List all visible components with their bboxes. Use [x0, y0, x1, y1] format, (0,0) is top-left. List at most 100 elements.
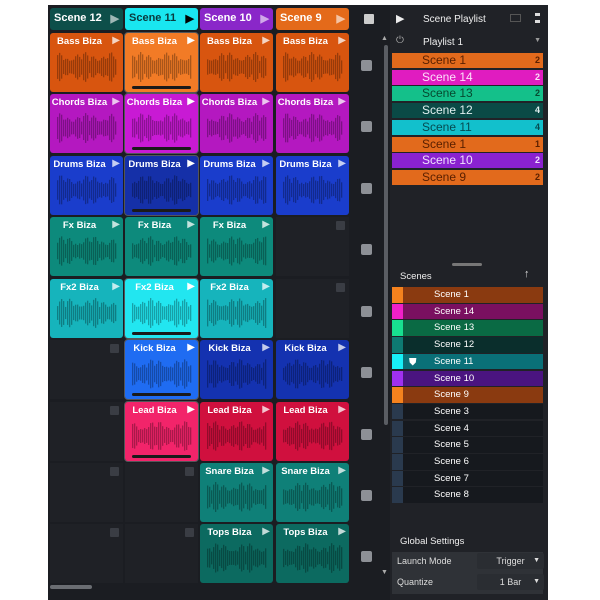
- empty-clip-slot[interactable]: [50, 402, 123, 461]
- play-icon[interactable]: ▶: [262, 158, 270, 169]
- clip[interactable]: Tops Biza ▶: [276, 524, 349, 583]
- stop-row-button[interactable]: [361, 244, 372, 255]
- play-icon[interactable]: ▶: [187, 342, 195, 353]
- power-icon[interactable]: ⏻: [396, 35, 404, 46]
- stop-icon[interactable]: [185, 467, 194, 476]
- scene-item[interactable]: Scene 10: [392, 370, 543, 386]
- empty-clip-slot[interactable]: [125, 524, 198, 583]
- stop-row-button[interactable]: [361, 60, 372, 71]
- clip[interactable]: Bass Biza ▶: [200, 33, 273, 92]
- stop-row-button[interactable]: [361, 490, 372, 501]
- vertical-scrollbar[interactable]: [384, 45, 388, 425]
- play-icon[interactable]: ▶: [338, 404, 346, 415]
- playlist-item[interactable]: Scene 10 2: [392, 153, 543, 169]
- clip[interactable]: Fx2 Biza ▶: [200, 279, 273, 338]
- clip[interactable]: Chords Biza ▶: [50, 94, 123, 153]
- play-icon[interactable]: ▶: [187, 96, 195, 107]
- scene-item[interactable]: Scene 14: [392, 303, 543, 320]
- scene-item[interactable]: Scene 6: [392, 454, 543, 470]
- play-icon[interactable]: ▶: [186, 12, 194, 25]
- scene-item[interactable]: Scene 1: [392, 287, 543, 303]
- clip[interactable]: Lead Biza ▶: [276, 402, 349, 461]
- scene-item[interactable]: Scene 12: [392, 337, 543, 353]
- clip[interactable]: Fx2 Biza ▶: [50, 279, 123, 338]
- playlist-select[interactable]: Playlist 1 ▼: [423, 37, 541, 48]
- playlist-item[interactable]: Scene 92: [392, 169, 543, 185]
- play-icon[interactable]: ▶: [112, 96, 120, 107]
- list-icon[interactable]: [510, 14, 521, 22]
- quantize-select[interactable]: 1 Bar ▼: [477, 574, 544, 590]
- empty-clip-slot[interactable]: [276, 217, 349, 276]
- clip[interactable]: Kick Biza ▶: [200, 340, 273, 399]
- scene-item[interactable]: ⛊ Scene 11: [392, 353, 543, 370]
- play-icon[interactable]: ▶: [261, 12, 269, 25]
- clip[interactable]: Fx Biza ▶: [200, 217, 273, 276]
- scroll-down-icon[interactable]: ▼: [381, 569, 388, 576]
- clip[interactable]: Fx Biza ▶: [125, 217, 198, 276]
- play-icon[interactable]: ▶: [187, 219, 195, 230]
- empty-clip-slot[interactable]: [50, 340, 123, 399]
- stop-icon[interactable]: [185, 528, 194, 537]
- playlist-item[interactable]: Scene 12 4: [392, 103, 543, 119]
- stop-row-button[interactable]: [361, 306, 372, 317]
- clip[interactable]: Chords Biza ▶: [124, 93, 199, 154]
- clip[interactable]: Fx2 Biza ▶: [124, 278, 199, 339]
- scene-header[interactable]: Scene 10 ▶: [200, 8, 273, 30]
- scroll-up-icon[interactable]: ▲: [381, 35, 388, 42]
- clip[interactable]: Kick Biza ▶: [124, 339, 199, 400]
- clip[interactable]: Chords Biza ▶: [276, 94, 349, 153]
- play-icon[interactable]: ▶: [337, 12, 345, 25]
- stop-icon[interactable]: [110, 467, 119, 476]
- play-icon[interactable]: ▶: [338, 526, 346, 537]
- play-icon[interactable]: ▶: [111, 12, 119, 25]
- stop-icon[interactable]: [336, 221, 345, 230]
- clip[interactable]: Drums Biza ▶: [200, 156, 273, 215]
- playlist-item[interactable]: Scene 12: [392, 53, 543, 68]
- play-icon[interactable]: ▶: [338, 96, 346, 107]
- clip[interactable]: Lead Biza ▶: [124, 401, 199, 462]
- play-icon[interactable]: ▶: [338, 158, 346, 169]
- clip[interactable]: Chords Biza ▶: [200, 94, 273, 153]
- stop-icon[interactable]: [110, 406, 119, 415]
- stop-row-button[interactable]: [361, 367, 372, 378]
- launch-mode-select[interactable]: Trigger ▼: [477, 553, 544, 569]
- clip[interactable]: Drums Biza ▶: [50, 156, 123, 215]
- play-icon[interactable]: ▶: [338, 35, 346, 46]
- play-icon[interactable]: ▶: [112, 158, 120, 169]
- stop-row-button[interactable]: [361, 183, 372, 194]
- scene-item[interactable]: Scene 3: [392, 403, 543, 420]
- clip[interactable]: Fx Biza ▶: [50, 217, 123, 276]
- play-icon[interactable]: ▶: [112, 35, 120, 46]
- play-icon[interactable]: ▶: [187, 404, 195, 415]
- clip[interactable]: Drums Biza ▶: [276, 156, 349, 215]
- panel-resize-handle[interactable]: [452, 263, 482, 266]
- playlist-item[interactable]: Scene 14 2: [392, 69, 543, 85]
- clip[interactable]: Lead Biza ▶: [200, 402, 273, 461]
- clip[interactable]: Snare Biza ▶: [276, 463, 349, 522]
- clip[interactable]: Snare Biza ▶: [200, 463, 273, 522]
- scene-header[interactable]: Scene 12 ▶: [50, 8, 123, 30]
- play-icon[interactable]: ▶: [262, 526, 270, 537]
- play-icon[interactable]: ▶: [187, 158, 195, 169]
- stop-row-button[interactable]: [361, 551, 372, 562]
- play-icon[interactable]: ▶: [262, 342, 270, 353]
- scene-header[interactable]: Scene 9 ▶: [276, 8, 349, 30]
- stop-icon[interactable]: [110, 528, 119, 537]
- play-icon[interactable]: ▶: [262, 465, 270, 476]
- play-icon[interactable]: ▶: [187, 281, 195, 292]
- play-icon[interactable]: ▶: [338, 342, 346, 353]
- play-icon[interactable]: ▶: [338, 465, 346, 476]
- scene-item[interactable]: Scene 4: [392, 420, 543, 437]
- stop-row-button[interactable]: [361, 429, 372, 440]
- horizontal-scrollbar[interactable]: [50, 585, 92, 589]
- clip[interactable]: Bass Biza ▶: [124, 32, 199, 93]
- play-icon[interactable]: ▶: [262, 96, 270, 107]
- arrow-up-icon[interactable]: ↑: [524, 268, 530, 280]
- empty-clip-slot[interactable]: [276, 279, 349, 338]
- play-icon[interactable]: ▶: [262, 281, 270, 292]
- scene-header[interactable]: Scene 11 ▶: [125, 8, 198, 30]
- scene-item[interactable]: Scene 8: [392, 487, 543, 503]
- play-icon[interactable]: ▶: [112, 219, 120, 230]
- stop-icon[interactable]: [336, 283, 345, 292]
- playlist-item[interactable]: Scene 13 2: [392, 86, 543, 102]
